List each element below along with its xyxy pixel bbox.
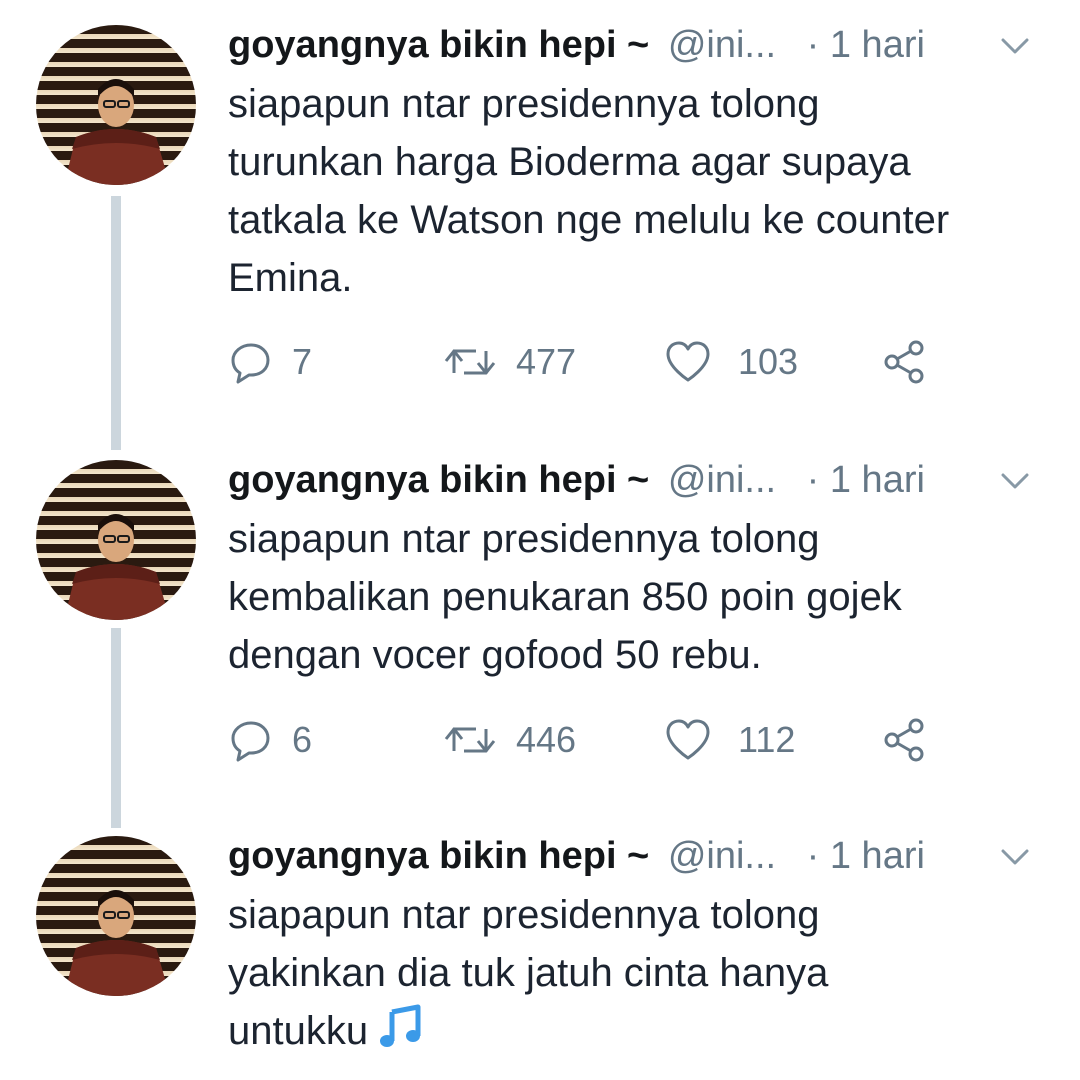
timestamp[interactable]: · 1 hari xyxy=(807,24,925,66)
share-icon xyxy=(884,340,924,384)
tweet-text-line: turunkan harga Bioderma agar supaya xyxy=(228,140,911,184)
share-icon xyxy=(884,718,924,762)
retweet-icon xyxy=(444,349,496,375)
display-name[interactable]: goyangnya bikin hepi ~ xyxy=(228,459,649,501)
tweet-text-line: untukku xyxy=(228,1002,1058,1060)
tweet-text-fragment: untukku xyxy=(228,1009,369,1053)
avatar[interactable] xyxy=(36,25,196,185)
display-name[interactable]: goyangnya bikin hepi ~ xyxy=(228,24,649,66)
reply-icon xyxy=(231,343,270,384)
retweet-button[interactable]: 446 xyxy=(442,710,576,770)
tweet-header: goyangnya bikin hepi ~ @ini... · 1 hari xyxy=(228,826,925,886)
username-handle[interactable]: @ini... xyxy=(668,24,776,66)
chevron-down-icon[interactable] xyxy=(995,31,1035,61)
like-button[interactable]: 112 xyxy=(664,710,795,770)
timestamp[interactable]: · 1 hari xyxy=(807,835,925,877)
username-handle[interactable]: @ini... xyxy=(668,835,776,877)
tweet-header: goyangnya bikin hepi ~ @ini... · 1 hari xyxy=(228,450,925,510)
retweet-button[interactable]: 477 xyxy=(442,332,576,392)
retweet-count: 446 xyxy=(516,719,577,760)
share-button[interactable] xyxy=(880,332,928,392)
thread-line xyxy=(111,196,121,450)
chevron-down-icon[interactable] xyxy=(995,842,1035,872)
tweet-text-line: Emina. xyxy=(228,256,353,300)
tweet-text-line: kembalikan penukaran 850 poin gojek xyxy=(228,575,902,619)
retweet-count: 477 xyxy=(516,341,577,382)
reply-count: 6 xyxy=(292,719,313,760)
username-handle[interactable]: @ini... xyxy=(668,459,776,501)
thread-line xyxy=(111,628,121,828)
like-count: 112 xyxy=(738,719,796,760)
tweet-text-line: yakinkan dia tuk jatuh cinta hanya xyxy=(228,951,829,995)
like-button[interactable]: 103 xyxy=(664,332,798,392)
tweet-text-line: tatkala ke Watson nge melulu ke counter xyxy=(228,198,950,242)
reply-button[interactable]: 6 xyxy=(228,710,312,770)
reply-button[interactable]: 7 xyxy=(228,332,312,392)
reply-count: 7 xyxy=(292,341,313,382)
tweet-text: siapapun ntar presidennya tolong turunka… xyxy=(228,75,1058,307)
tweet-text-line: siapapun ntar presidennya tolong xyxy=(228,82,820,126)
tweet-actions: 7 477 103 xyxy=(228,332,968,392)
retweet-icon xyxy=(444,727,496,753)
tweet-text: siapapun ntar presidennya tolong yakinka… xyxy=(228,886,1058,1060)
tweet-actions: 6 446 112 xyxy=(228,710,968,770)
avatar[interactable] xyxy=(36,460,196,620)
tweet-text: siapapun ntar presidennya tolong kembali… xyxy=(228,510,1058,684)
display-name[interactable]: goyangnya bikin hepi ~ xyxy=(228,835,649,877)
heart-icon xyxy=(666,719,710,760)
like-count: 103 xyxy=(738,341,799,382)
tweet-text-line: siapapun ntar presidennya tolong xyxy=(228,893,820,937)
tweet-header: goyangnya bikin hepi ~ @ini... · 1 hari xyxy=(228,15,925,75)
share-button[interactable] xyxy=(880,710,928,770)
heart-icon xyxy=(666,341,710,382)
tweet-text-line: siapapun ntar presidennya tolong xyxy=(228,517,820,561)
avatar[interactable] xyxy=(36,836,196,996)
music-note-icon xyxy=(380,1004,421,1047)
chevron-down-icon[interactable] xyxy=(995,466,1035,496)
timestamp[interactable]: · 1 hari xyxy=(807,459,925,501)
tweet-text-line: dengan vocer gofood 50 rebu. xyxy=(228,633,762,677)
reply-icon xyxy=(231,721,270,762)
